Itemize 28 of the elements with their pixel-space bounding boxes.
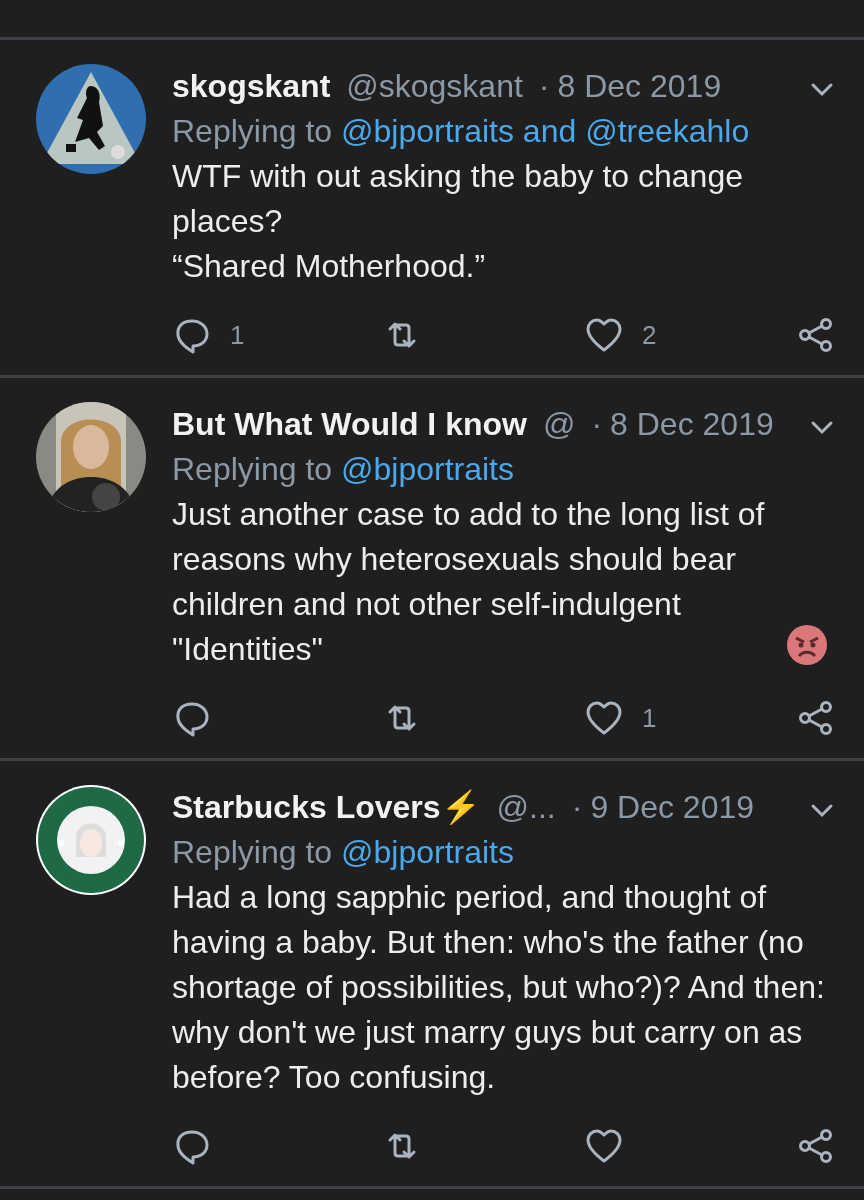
like-button[interactable]: 2 bbox=[584, 315, 657, 355]
tweet-text: Had a long sapphic period, and thought of having a baby. But then: who's the father (no shortage of possibilities, but who?)? And then: why don't we just marry guys but carry on as before? Too confusing. bbox=[172, 879, 825, 1095]
separator-dot: · bbox=[571, 788, 583, 827]
replying-label: Replying to bbox=[172, 834, 333, 870]
separator-dot: · bbox=[538, 67, 550, 106]
like-button[interactable]: 1 bbox=[584, 698, 657, 738]
action-count: 2 bbox=[642, 318, 657, 352]
user-handle: @skogskant bbox=[346, 67, 523, 106]
action-count: 1 bbox=[230, 318, 245, 352]
tweet-date: 8 Dec 2019 bbox=[610, 405, 774, 444]
action-count: 1 bbox=[642, 701, 657, 735]
user-handle: @... bbox=[496, 788, 556, 827]
reply-button[interactable]: 1 bbox=[172, 315, 245, 355]
tweet-text: “Shared Motherhood.” bbox=[172, 248, 486, 284]
replying-label: Replying to bbox=[172, 451, 333, 487]
user-handle: @ bbox=[542, 405, 576, 444]
separator-dot: · bbox=[591, 405, 603, 444]
replying-label: Replying to bbox=[172, 113, 333, 149]
user-name[interactable]: skogskant bbox=[172, 64, 331, 109]
tweet-text: WTF with out asking the baby to change places? bbox=[172, 158, 743, 239]
tweet-date: 8 Dec 2019 bbox=[557, 67, 722, 106]
reply-mention[interactable]: @bjportraits bbox=[341, 834, 514, 870]
user-name[interactable]: But What Would I know bbox=[172, 402, 527, 447]
reply-mention[interactable]: @bjportraits and @treekahlo bbox=[341, 113, 750, 149]
tweet-date: 9 Dec 2019 bbox=[590, 788, 755, 827]
user-name[interactable]: Starbucks Lovers⚡ bbox=[172, 785, 481, 830]
tweet-text: Just another case to add to the long list of reasons why heterosexuals should bear children and not other self-indulgent "Identities" bbox=[172, 495, 766, 669]
reply-mention[interactable]: @bjportraits bbox=[341, 451, 514, 487]
